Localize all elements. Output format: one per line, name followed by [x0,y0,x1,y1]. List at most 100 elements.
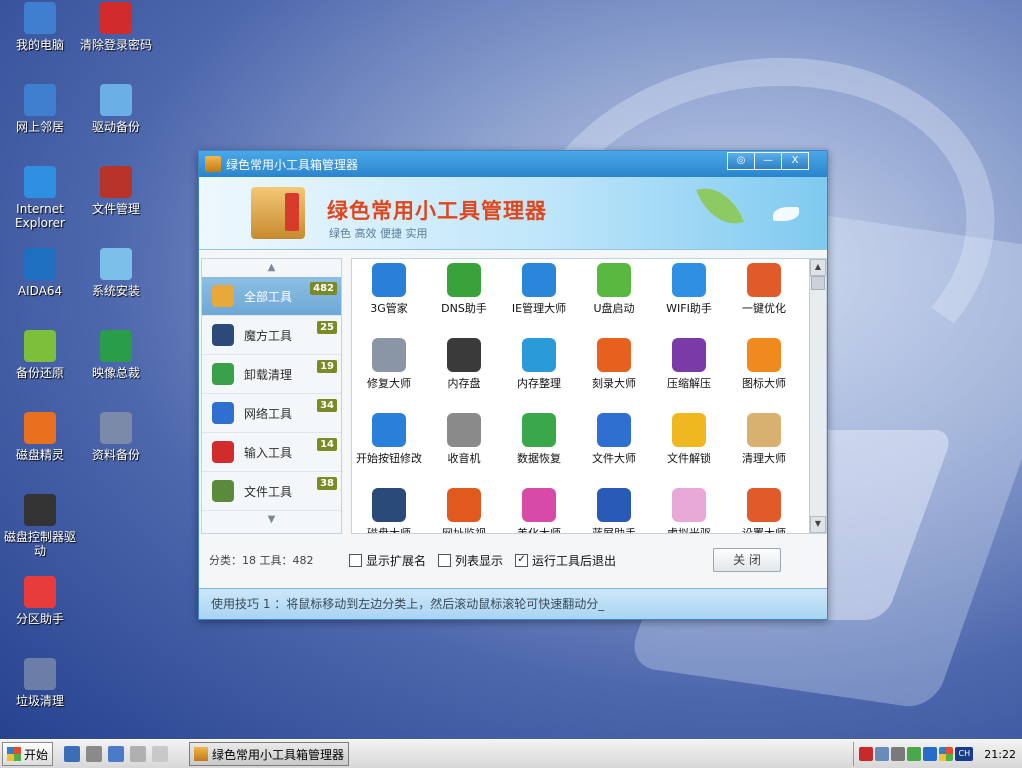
category-item[interactable]: 卸载清理 19 [202,355,341,394]
checkbox-unchecked-icon[interactable] [349,553,362,567]
title-bar[interactable]: 绿色常用小工具箱管理器 ◎ — X [199,151,827,177]
desktop-icon[interactable]: 备份还原 [0,330,80,380]
tool-grid-scrollbar[interactable]: ▲ ▼ [809,259,826,533]
desktop-icon[interactable]: Internet Explorer [0,166,80,230]
toolbox-logo-icon [251,187,305,239]
tool-item[interactable]: 磁盘大师 [352,484,426,534]
app-icon [194,747,209,761]
sidebar-down-arrow[interactable]: ▼ [202,511,341,529]
tool-item[interactable]: 数据恢复 [502,409,576,466]
footer-bar: 分类：18 工具：482 显示扩展名 列表显示 ✓ 运行工具后退出 关 闭 [209,548,817,572]
drive-icon[interactable] [86,746,103,762]
icon-master-icon [747,338,781,372]
category-item[interactable]: 网络工具 34 [202,394,341,433]
box-icon[interactable] [152,746,169,762]
category-label: 全部工具 [244,289,293,304]
globe-icon [212,402,234,424]
aida64-icon [24,248,56,280]
start-button[interactable]: 开始 [2,742,54,766]
category-item[interactable]: 全部工具 482 [202,277,341,316]
help-button[interactable]: ◎ [727,152,755,170]
option-checkbox[interactable]: 显示扩展名 [349,552,426,569]
desktop-icon[interactable]: AIDA64 [0,248,80,298]
close-button[interactable]: 关 闭 [713,548,781,572]
tool-label: 磁盘大师 [367,527,411,534]
tool-label: 蓝屏助手 [592,527,636,534]
bluescreen-icon [597,488,631,522]
network-tray-icon[interactable] [875,747,890,761]
desktop-icon[interactable]: 系统安装 [76,248,156,298]
desktop-icon[interactable]: 分区助手 [0,576,80,626]
tool-label: 文件解锁 [667,452,711,465]
taskbar-window-button[interactable]: 绿色常用小工具箱管理器 [189,742,350,766]
tool-item[interactable]: 刻录大师 [577,334,651,391]
tool-item[interactable]: 设置大师 [727,484,801,533]
checkbox-checked-icon[interactable]: ✓ [515,553,529,567]
cd-icon[interactable] [130,746,147,762]
tool-item[interactable]: 内存盘 [427,334,501,391]
desktop-icon[interactable]: 资料备份 [76,412,156,462]
tool-item[interactable]: 清理大师 [727,409,801,466]
tool-item[interactable]: U盘启动 [577,259,651,316]
tool-item[interactable]: 修复大师 [352,334,426,391]
desktop-icon-label: 资料备份 [91,448,140,462]
tool-item[interactable]: 文件解锁 [652,409,726,466]
tool-label: 虚拟光驱 [667,527,711,534]
option-checkbox[interactable]: 列表显示 [438,552,503,569]
tray-app-icon[interactable] [859,747,874,761]
tool-item[interactable]: 虚拟光驱 [652,484,726,534]
tool-label: 3G管家 [370,302,408,315]
url-monitor-icon [447,488,481,522]
desktop-icon[interactable]: 我的电脑 [0,2,80,52]
category-item[interactable]: 文件工具 38 [202,472,341,511]
category-label: 卸载清理 [244,367,293,382]
tool-item[interactable]: 内存整理 [502,334,576,391]
tool-item[interactable]: 收音机 [427,409,501,466]
banner-subtitle: 绿色 高效 便捷 实用 [329,227,428,240]
rocket-icon [747,263,781,297]
scroll-up-arrow[interactable]: ▲ [810,259,826,276]
tool-label: 开始按钮修改 [356,452,422,465]
desktop-icon[interactable]: 映像总裁 [76,330,156,380]
scroll-thumb[interactable] [811,276,825,290]
desktop-icon[interactable]: 垃圾清理 [0,658,80,708]
desktop-icon[interactable]: 网上邻居 [0,84,80,134]
tool-item[interactable]: 蓝屏助手 [577,484,651,534]
option-checkbox[interactable]: ✓ 运行工具后退出 [515,552,616,569]
category-item[interactable]: 魔方工具 25 [202,316,341,355]
tool-item[interactable]: 压缩解压 [652,334,726,391]
desktop-icon[interactable]: 文件管理 [76,166,156,216]
desktop-icon[interactable]: 磁盘控制器驱动 [0,494,80,558]
tool-item[interactable]: DNS助手 [427,259,501,316]
checkbox-unchecked-icon[interactable] [438,553,452,567]
volume-icon[interactable] [891,747,906,761]
tool-item[interactable]: 文件大师 [577,409,651,466]
input-language-indicator[interactable]: CH [955,747,974,761]
tool-item[interactable]: IE管理大师 [502,259,576,316]
close-window-button[interactable]: X [781,152,809,170]
tool-item[interactable]: 一键优化 [727,259,801,316]
tool-item[interactable]: 开始按钮修改 [352,409,426,466]
minimize-button[interactable]: — [754,152,782,170]
desktop-icon[interactable]: 磁盘精灵 [0,412,80,462]
tray-recycle-icon[interactable] [907,747,922,761]
tray-shield-icon[interactable] [923,747,938,761]
banner: 绿色常用小工具管理器 绿色 高效 便捷 实用 [199,177,827,250]
3g-icon [372,263,406,297]
category-count-badge: 14 [317,438,337,451]
monitor-icon[interactable] [108,746,125,762]
tool-item[interactable]: 网址监视 [427,484,501,533]
sidebar-up-arrow[interactable]: ▲ [202,259,341,277]
scroll-down-arrow[interactable]: ▼ [810,516,826,533]
tool-item[interactable]: 图标大师 [727,334,801,391]
display-icon[interactable] [939,747,954,761]
desktop-icon[interactable]: 驱动备份 [76,84,156,134]
tool-item[interactable]: 美化大师 [502,484,576,533]
category-item[interactable]: 输入工具 14 [202,433,341,472]
tool-item[interactable]: WIFI助手 [652,259,726,316]
window-title: 绿色常用小工具箱管理器 [226,157,359,172]
tool-item[interactable]: 3G管家 [352,259,426,316]
show-desktop-icon[interactable] [64,746,81,762]
desktop-icon-label: 驱动备份 [91,120,140,134]
desktop-icon[interactable]: 清除登录密码 [76,2,156,52]
